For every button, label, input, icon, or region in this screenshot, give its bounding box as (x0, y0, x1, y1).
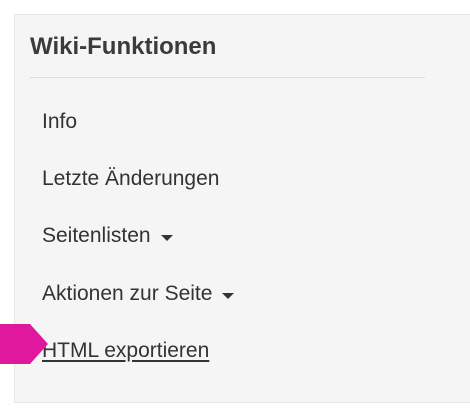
menu-item-page-actions-dropdown[interactable]: Aktionen zur Seite (42, 280, 235, 308)
menu-item-label: Aktionen zur Seite (42, 282, 213, 305)
pointer-arrow-icon (0, 324, 48, 364)
menu-item-label: Info (42, 110, 78, 133)
menu-item-export-html[interactable]: HTML exportieren (42, 337, 209, 365)
caret-down-icon (160, 234, 173, 241)
menu-item-recent-changes[interactable]: Letzte Änderungen (42, 165, 219, 193)
menu-item-label: Letzte Änderungen (42, 167, 220, 190)
menu-item-label: Seitenlisten (42, 224, 151, 247)
menu-item-page-lists-dropdown[interactable]: Seitenlisten (42, 222, 173, 250)
menu-item-label: HTML exportieren (42, 339, 210, 362)
panel-title: Wiki-Funktionen (30, 33, 217, 60)
menu-item-info[interactable]: Info (42, 108, 77, 136)
caret-down-icon (222, 292, 235, 299)
title-divider (30, 77, 425, 78)
